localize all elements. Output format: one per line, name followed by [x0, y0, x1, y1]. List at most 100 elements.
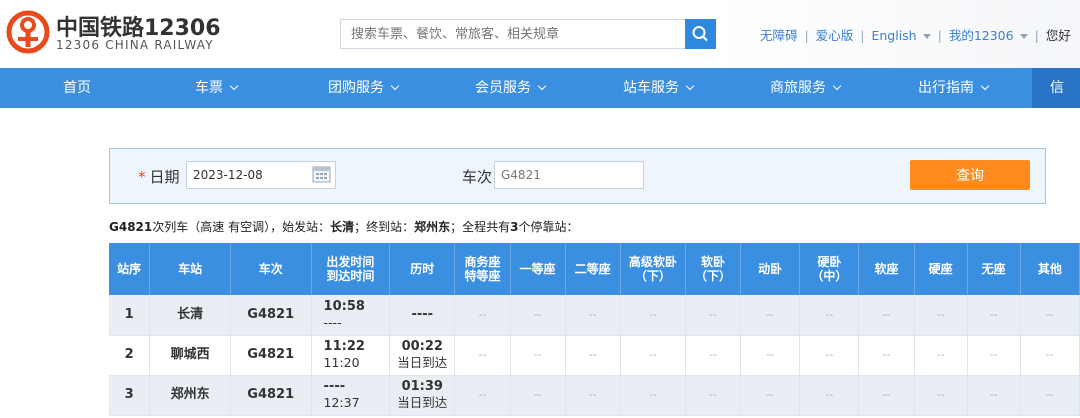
cell-seat: -- [967, 335, 1021, 376]
cell-train: G4821 [230, 335, 312, 376]
nav-business-service[interactable]: 商旅服务 [770, 68, 842, 108]
cell-seat: -- [1020, 335, 1080, 376]
cell-train: G4821 [230, 295, 312, 336]
cell-duration: 01:39 当日到达 [389, 375, 456, 416]
nav-travel-guide[interactable]: 出行指南 [918, 68, 990, 108]
top-links: 无障碍 | 爱心版 | English | 我的12306 | 您好 [760, 28, 1071, 43]
search-input[interactable] [340, 19, 686, 49]
cell-seat: -- [565, 295, 621, 336]
search-button[interactable] [685, 19, 716, 49]
col-header-deluxe-soft-sleeper: 高级软卧 （下） [620, 243, 686, 295]
col-header-seq: 站序 [109, 243, 151, 295]
cell-seat: -- [1020, 295, 1080, 336]
table-body: 1 长清 G4821 10:58 ---- ---- -- -- -- -- -- -- -- -- -- -… [109, 295, 1080, 416]
cell-seat: -- [510, 335, 566, 376]
cell-seq: 3 [109, 375, 151, 416]
train-number-label: 车次 [462, 168, 493, 186]
logo-subtitle: 12306 CHINA RAILWAY [56, 38, 214, 52]
cell-seat: -- [685, 295, 742, 336]
chevron-down-icon [537, 81, 547, 91]
cell-seat: -- [565, 375, 621, 416]
cell-seat: -- [740, 335, 801, 376]
col-header-train-number: 车次 [230, 243, 312, 295]
my12306-link[interactable]: 我的12306 [949, 28, 1028, 43]
col-header-no-seat: 无座 [967, 243, 1021, 295]
chevron-down-icon [229, 81, 239, 91]
chevron-down-icon [390, 81, 400, 91]
train-info-line: G4821次列车（高速 有空调），始发站：长清；终到站：郑州东；全程共有3个停靠… [109, 220, 579, 234]
nav-station-service[interactable]: 站车服务 [623, 68, 695, 108]
table-header-row: 站序 车站 车次 出发时间 到达时间 历时 商务座 特等座 一等座 二等座 高级软卧 （下） 软卧 （下）… [109, 243, 1080, 295]
china-railway-logo-icon[interactable] [6, 10, 50, 54]
cell-seat: -- [799, 295, 860, 336]
cell-seat: -- [799, 335, 860, 376]
col-header-first-class: 一等座 [510, 243, 566, 295]
cell-seat: -- [510, 295, 566, 336]
cell-seat: -- [620, 335, 686, 376]
cell-duration: 00:22 当日到达 [389, 335, 456, 376]
col-header-hard-seat: 硬座 [914, 243, 968, 295]
table-row: 2 聊城西 G4821 11:22 11:20 00:22 当日到达 -- -- -- -- -- --… [109, 335, 1080, 376]
train-query-form: *日期 车次 查询 [109, 148, 1046, 204]
col-header-other: 其他 [1020, 243, 1080, 295]
cell-seat: -- [620, 295, 686, 336]
col-header-bullet-sleeper: 动卧 [740, 243, 801, 295]
cell-seat: -- [967, 295, 1021, 336]
nav-group-service[interactable]: 团购服务 [328, 68, 400, 108]
col-header-second-class: 二等座 [565, 243, 621, 295]
cell-seat: -- [454, 375, 511, 416]
cell-seat: -- [914, 335, 968, 376]
cell-station: 长清 [149, 295, 231, 336]
cell-seat: -- [685, 375, 742, 416]
col-header-business-seat: 商务座 特等座 [454, 243, 511, 295]
date-label: * 日期 [138, 168, 180, 186]
chevron-down-icon [922, 34, 931, 39]
chevron-down-icon [1019, 34, 1028, 39]
cell-seat: -- [565, 335, 621, 376]
col-header-station: 车站 [149, 243, 231, 295]
chevron-down-icon [832, 81, 842, 91]
table-row: 3 郑州东 G4821 ---- 12:37 01:39 当日到达 -- -- -- -- -- -- -… [109, 375, 1080, 416]
cell-station: 郑州东 [149, 375, 231, 416]
calendar-icon[interactable] [312, 165, 331, 183]
cell-seat: -- [914, 295, 968, 336]
nav-member-service[interactable]: 会员服务 [475, 68, 547, 108]
col-header-soft-sleeper: 软卧 （下） [685, 243, 742, 295]
cell-station: 聊城西 [149, 335, 231, 376]
cell-seq: 1 [109, 295, 151, 336]
cell-seat: -- [858, 335, 915, 376]
chevron-down-icon [980, 81, 990, 91]
col-header-depart-arrive-time: 出发时间 到达时间 [311, 243, 391, 295]
accessible-link[interactable]: 无障碍 [760, 28, 798, 43]
main-nav: 首页 车票 团购服务 会员服务 站车服务 商旅服务 出行指南 信 [0, 68, 1080, 108]
col-header-soft-seat: 软座 [858, 243, 915, 295]
nav-info[interactable]: 信 [1032, 68, 1080, 108]
col-header-hard-sleeper: 硬卧 （中） [799, 243, 860, 295]
cell-seat: -- [858, 375, 915, 416]
train-number-field[interactable] [494, 161, 644, 189]
cell-seat: -- [799, 375, 860, 416]
cell-time: ---- 12:37 [311, 375, 391, 416]
greeting-text: 您好 [1045, 28, 1071, 43]
cell-seat: -- [740, 375, 801, 416]
cell-time: 10:58 ---- [311, 295, 391, 336]
care-version-link[interactable]: 爱心版 [816, 28, 854, 43]
search-icon [692, 26, 708, 42]
cell-seq: 2 [109, 335, 151, 376]
col-header-duration: 历时 [389, 243, 456, 295]
cell-seat: -- [914, 375, 968, 416]
site-search [340, 19, 716, 49]
cell-seat: -- [454, 295, 511, 336]
cell-seat: -- [858, 295, 915, 336]
nav-tickets[interactable]: 车票 [195, 68, 239, 108]
nav-home[interactable]: 首页 [63, 68, 91, 108]
cell-seat: -- [1020, 375, 1080, 416]
cell-seat: -- [967, 375, 1021, 416]
english-link[interactable]: English [871, 28, 931, 43]
cell-seat: -- [454, 335, 511, 376]
cell-seat: -- [685, 335, 742, 376]
cell-duration: ---- [389, 295, 456, 336]
cell-time: 11:22 11:20 [311, 335, 391, 376]
query-button[interactable]: 查询 [910, 160, 1030, 190]
stop-schedule-table: 站序 车站 车次 出发时间 到达时间 历时 商务座 特等座 一等座 二等座 高级软卧 （下） 软卧 （下）… [109, 243, 1080, 416]
